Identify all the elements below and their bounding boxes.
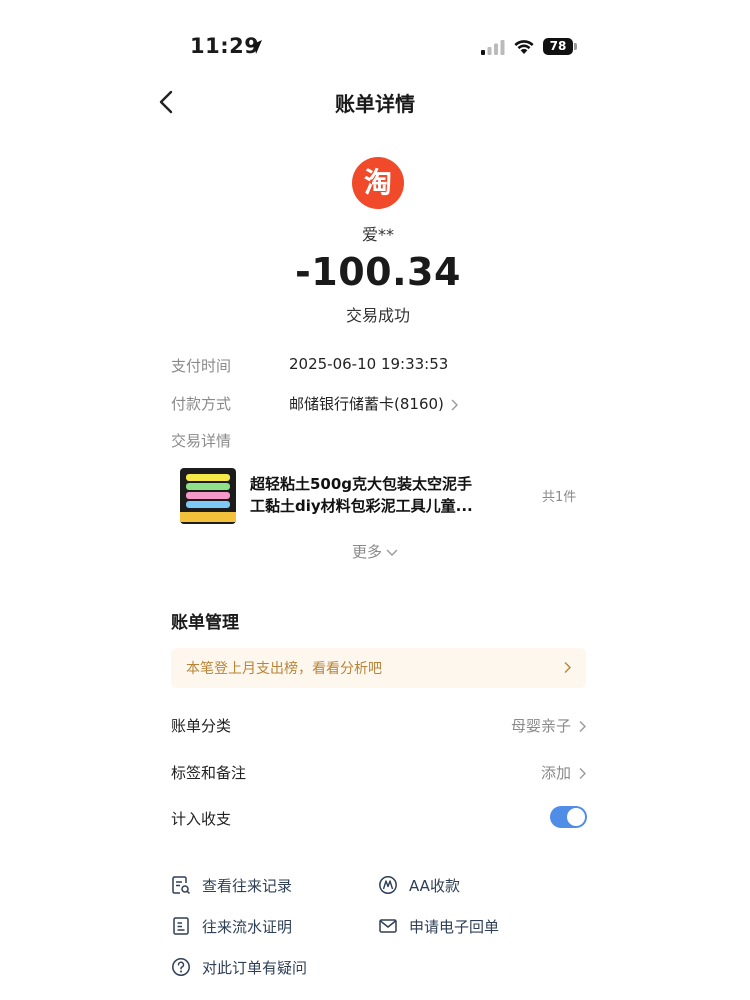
nav-bar: 账单详情 [0,80,750,124]
tags-notes-label: 标签和备注 [171,764,247,782]
page-title: 账单详情 [335,92,415,116]
pay-method-label: 付款方式 [171,395,232,413]
promo-text: 本笔登上月支出榜，看看分析吧 [186,661,382,677]
e-receipt-label: 申请电子回单 [409,918,500,936]
battery-level: 78 [543,38,573,55]
question-circle-icon [172,958,190,976]
product-title-line: 超轻粘土500g克大包装太空泥手 [250,475,473,493]
tags-notes-row[interactable]: 标签和备注 添加 [171,758,587,788]
product-title[interactable]: 超轻粘土500g克大包装太空泥手 工黏土diy材料包彩泥工具儿童... [250,473,500,517]
more-button[interactable]: 更多 [352,541,398,562]
taobao-logo-icon: 淘 [352,157,404,209]
chevron-down-icon [386,549,398,556]
bill-category-label: 账单分类 [171,717,232,735]
more-label: 更多 [352,543,383,561]
aa-collect-label: AA收款 [409,877,460,895]
toggle-knob [567,808,585,826]
product-thumb-stripe [186,474,230,481]
pay-method-value: 邮储银行储蓄卡(8160) [289,395,444,413]
envelope-icon [379,919,397,933]
include-in-stats-toggle[interactable] [550,806,587,828]
transaction-amount: -100.34 [295,250,461,294]
chevron-right-icon [579,768,586,779]
statement-proof-label: 往来流水证明 [202,918,293,936]
record-search-icon [172,876,191,895]
include-in-stats-label: 计入收支 [171,810,232,828]
battery-tip [574,43,577,50]
aa-payment-icon [379,876,397,894]
status-bar: 11:29 78 [0,0,750,90]
statement-document-icon [173,917,189,935]
chevron-right-icon [451,399,458,410]
cellular-signal-icon [481,40,505,55]
product-title-line: 工黏土diy材料包彩泥工具儿童... [250,497,473,515]
chevron-right-icon [579,721,586,732]
product-thumb-tag [180,512,236,522]
view-history-label: 查看往来记录 [202,877,293,895]
order-question-label: 对此订单有疑问 [202,959,308,977]
spending-promo-banner[interactable]: 本笔登上月支出榜，看看分析吧 [171,648,586,688]
wifi-icon [514,40,534,54]
tags-notes-value: 添加 [540,764,571,782]
pay-method-link[interactable]: 邮储银行储蓄卡(8160) [289,393,459,414]
include-in-stats-row: 计入收支 [171,804,587,834]
transaction-status: 交易成功 [345,306,410,325]
product-thumb-stripe [186,501,230,508]
product-thumb-stripe [186,483,230,490]
product-count: 共1件 [542,490,577,505]
product-thumbnail[interactable] [180,468,236,524]
bill-category-row[interactable]: 账单分类 母婴亲子 [171,711,587,741]
merchant-name: 爱** [361,225,394,244]
location-arrow-icon [248,40,262,54]
bill-category-value: 母婴亲子 [510,717,571,735]
bill-management-title: 账单管理 [171,613,239,633]
chevron-right-icon [564,662,571,673]
trade-detail-label: 交易详情 [171,432,232,450]
pay-time-label: 支付时间 [171,357,232,375]
product-thumb-stripe [186,492,230,499]
battery-indicator: 78 [543,38,577,55]
pay-time-value: 2025-06-10 19:33:53 [289,355,449,373]
